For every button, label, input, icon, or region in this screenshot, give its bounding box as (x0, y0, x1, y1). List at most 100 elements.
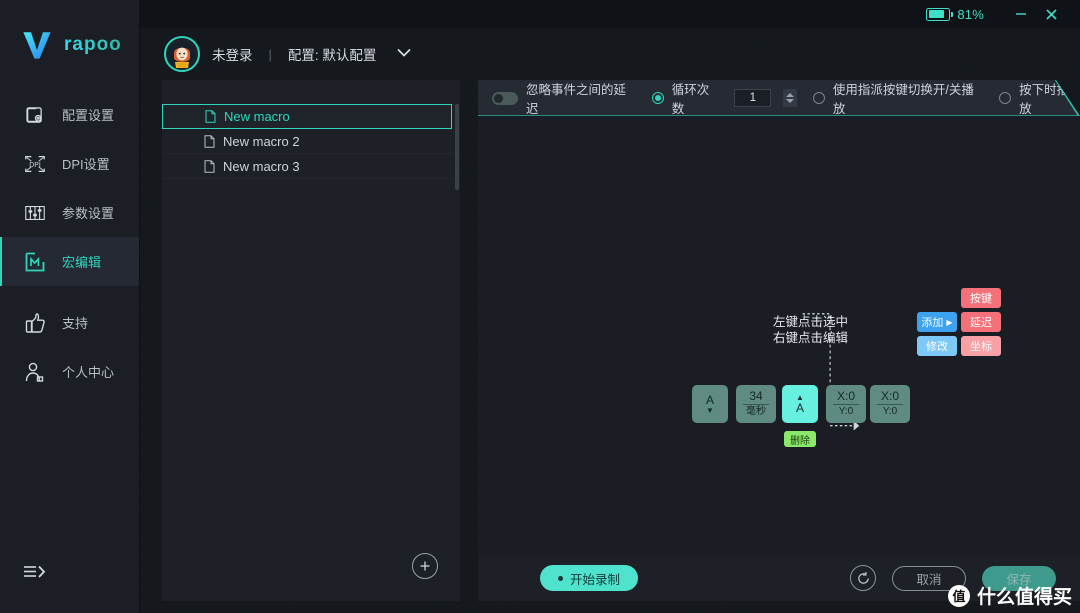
hint-line-2: 右键点击编辑 (773, 331, 849, 345)
document-icon (204, 159, 215, 173)
macro-sequence-canvas[interactable]: 左键点击选中 右键点击编辑 添加 ▶ 修改 按键 延迟 坐标 A ▼ 34 毫秒… (478, 116, 1080, 555)
ignore-delay-toggle[interactable] (492, 92, 518, 105)
option-loop-count[interactable]: 循环次数 1 (652, 79, 797, 117)
add-macro-button[interactable] (412, 553, 438, 579)
sidebar-item-label: 个人中心 (62, 365, 115, 380)
expand-menu-icon[interactable] (22, 559, 52, 585)
user-center-icon (22, 359, 48, 385)
plus-icon (420, 561, 430, 571)
minimize-button[interactable] (1006, 0, 1036, 28)
context-menu-modify[interactable]: 修改 (917, 336, 957, 356)
loop-count-radio[interactable] (652, 92, 664, 104)
press-to-play-radio[interactable] (999, 92, 1011, 104)
submenu-key[interactable]: 按键 (961, 288, 1001, 308)
delete-event-label: 删除 (790, 435, 810, 447)
option-press-to-play[interactable]: 按下时播放 (999, 79, 1080, 117)
option-ignore-delay[interactable]: 忽略事件之间的延迟 (492, 79, 636, 117)
reset-button[interactable] (850, 565, 876, 591)
close-button[interactable] (1036, 0, 1066, 28)
submenu-delay[interactable]: 延迟 (961, 312, 1001, 332)
refresh-icon (857, 571, 869, 584)
start-recording-label: 开始录制 (570, 572, 621, 587)
event-coord-x: X:0 (836, 389, 855, 403)
sidebar-item-label: DPI设置 (62, 157, 110, 172)
sidebar-item-label: 配置设置 (62, 108, 115, 123)
profile-settings-icon (22, 102, 48, 128)
event-block-key-down[interactable]: A ▼ (692, 385, 728, 423)
sidebar-item-dpi-settings[interactable]: DPI DPI设置 (0, 139, 139, 188)
event-block-coordinate[interactable]: X:0 Y:0 (870, 385, 910, 423)
submenu-key-label: 按键 (970, 293, 992, 305)
sidebar-item-profile-settings[interactable]: 配置设置 (0, 90, 139, 139)
header-divider: | (268, 46, 272, 62)
press-to-play-label: 按下时播放 (1019, 83, 1070, 116)
document-icon (205, 110, 216, 123)
sidebar-item-parameter-settings[interactable]: 参数设置 (0, 188, 139, 237)
cancel-label: 取消 (916, 572, 942, 587)
macro-list-panel: New macro New macro 2 New macro 3 (162, 80, 460, 601)
canvas-hint-text: 左键点击选中 右键点击编辑 (773, 314, 848, 346)
event-block-key-up[interactable]: ▲ A (782, 385, 818, 423)
sidebar-item-label: 参数设置 (62, 206, 115, 221)
event-delay-value: 34 (749, 389, 763, 403)
watermark-text: 什么值得买 (976, 587, 1072, 608)
event-block-coordinate[interactable]: X:0 Y:0 (826, 385, 866, 423)
delete-event-button[interactable]: 删除 (784, 431, 816, 447)
macro-editor-panel: 忽略事件之间的延迟 循环次数 1 使用指派按键切换开/关播放 按下时播放 左键点… (478, 80, 1080, 601)
sidebar-item-support[interactable]: 支持 (0, 298, 139, 347)
sidebar-item-user-center[interactable]: 个人中心 (0, 347, 139, 396)
thumbs-up-icon (22, 310, 48, 336)
event-key-label: A (795, 400, 804, 415)
sidebar-item-label: 支持 (62, 316, 89, 331)
macro-name: New macro 3 (223, 158, 300, 174)
macro-editor-icon (22, 249, 48, 275)
ignore-delay-label: 忽略事件之间的延迟 (526, 83, 627, 116)
login-status-label[interactable]: 未登录 (212, 44, 253, 64)
battery-fill (928, 10, 945, 18)
submenu-coordinate-label: 坐标 (970, 341, 992, 353)
macro-name: New macro 2 (223, 133, 300, 149)
event-coord-y: Y:0 (882, 406, 898, 417)
list-item[interactable]: New macro (162, 104, 452, 129)
watermark-badge: 值 (947, 584, 970, 607)
list-item[interactable]: New macro 3 (162, 154, 452, 179)
rapoo-v-logo-icon (23, 32, 51, 59)
active-profile-label: 配置: 默认配置 (287, 48, 377, 63)
document-icon (204, 134, 215, 148)
macro-list: New macro New macro 2 New macro 3 (162, 104, 452, 179)
context-menu-add-label: 添加 (921, 317, 944, 329)
chevron-down-icon[interactable] (396, 45, 412, 63)
caret-down-icon: ▼ (706, 405, 714, 415)
context-menu-modify-label: 修改 (926, 341, 948, 353)
hint-line-1: 左键点击选中 (773, 315, 849, 329)
event-coord-x: X:0 (880, 389, 899, 403)
event-block-delay[interactable]: 34 毫秒 (736, 385, 776, 423)
macro-list-scrollbar[interactable] (455, 104, 459, 190)
parameter-settings-icon (22, 200, 48, 226)
rapoo-application-window: 81% rapoo 配置设置 DPI DPI设置 参数设置 宏编辑 支持 个人中… (0, 0, 1080, 613)
start-recording-button[interactable]: 开始录制 (540, 565, 639, 591)
main-content: 未登录 | 配置: 默认配置 New macro New macro 2 New… (140, 28, 1080, 613)
logo-text: rapoo (64, 34, 122, 55)
submenu-coordinate[interactable]: 坐标 (961, 336, 1001, 356)
loop-count-stepper[interactable] (783, 89, 797, 107)
sidebar: rapoo 配置设置 DPI DPI设置 参数设置 宏编辑 支持 个人中心 (0, 0, 140, 613)
dpi-settings-icon: DPI (22, 151, 48, 177)
context-menu-add[interactable]: 添加 ▶ (917, 312, 957, 332)
submenu-delay-label: 延迟 (970, 317, 992, 329)
list-item[interactable]: New macro 2 (162, 129, 452, 154)
loop-count-input[interactable]: 1 (734, 89, 771, 107)
event-key-label: A (705, 392, 714, 407)
option-toggle-playback[interactable]: 使用指派按键切换开/关播放 (813, 79, 983, 117)
toggle-playback-radio[interactable] (813, 92, 825, 104)
event-divider (743, 404, 769, 405)
battery-percent-label: 81% (957, 6, 984, 22)
sidebar-item-macro-editor[interactable]: 宏编辑 (0, 237, 139, 286)
user-header-bar: 未登录 | 配置: 默认配置 (140, 28, 1080, 80)
battery-icon (926, 7, 954, 21)
user-avatar[interactable] (164, 36, 200, 72)
app-logo: rapoo (0, 0, 139, 90)
title-bar: 81% (140, 0, 1080, 28)
loop-count-label: 循环次数 (671, 83, 710, 116)
event-divider (833, 404, 859, 405)
